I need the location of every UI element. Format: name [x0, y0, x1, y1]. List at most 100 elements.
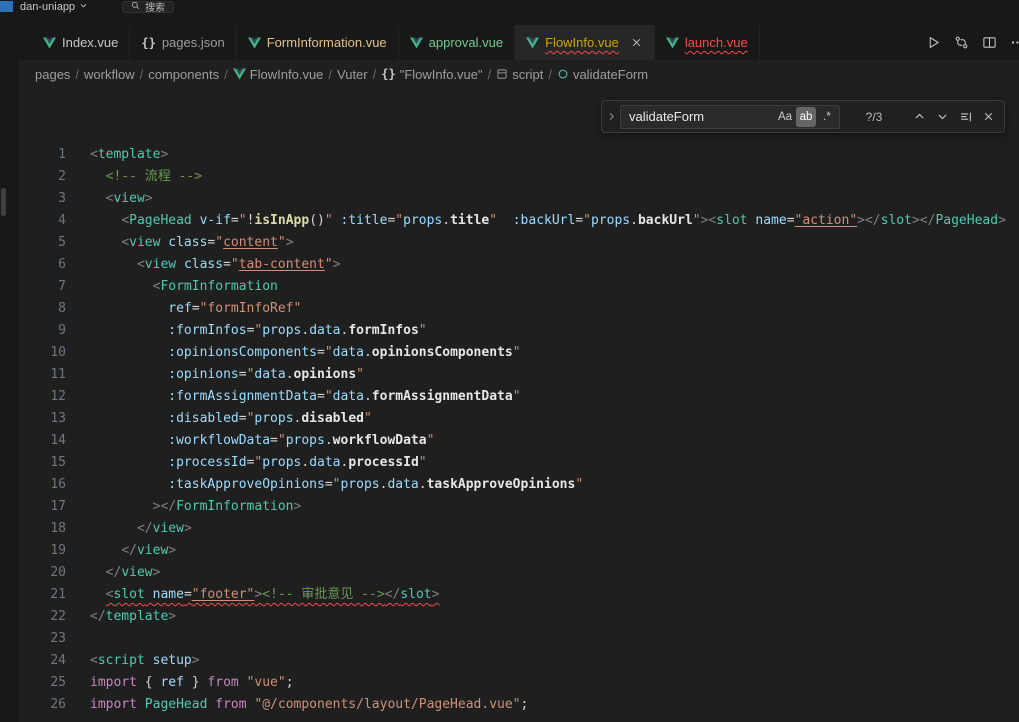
line-number[interactable]: 7	[18, 276, 66, 298]
line-number[interactable]: 26	[18, 694, 66, 716]
tab-pages-json[interactable]: {}pages.json	[130, 25, 236, 60]
tab-index-vue[interactable]: Index.vue	[32, 25, 130, 60]
activity-bar-strip	[0, 13, 18, 722]
line-number[interactable]: 16	[18, 474, 66, 496]
code-line[interactable]: 12 :formAssignmentData="data.formAssignm…	[18, 386, 1019, 408]
breadcrumb-item-flowinfo-vue[interactable]: FlowInfo.vue	[233, 67, 324, 82]
code-line[interactable]: 22</template>	[18, 606, 1019, 628]
vue-logo-icon	[248, 37, 261, 49]
code-line[interactable]: 11 :opinions="data.opinions"	[18, 364, 1019, 386]
line-number[interactable]: 21	[18, 584, 66, 606]
find-input[interactable]: validateForm Aaab.*	[620, 105, 840, 129]
breadcrumb-item-script[interactable]: script	[496, 67, 543, 82]
code-line[interactable]: 8 ref="formInfoRef"	[18, 298, 1019, 320]
code-line[interactable]: 10 :opinionsComponents="data.opinionsCom…	[18, 342, 1019, 364]
breadcrumb-separator: /	[488, 67, 492, 82]
breadcrumb-separator: /	[328, 67, 332, 82]
app-menu-dan-uniapp[interactable]: dan-uniapp	[20, 1, 88, 13]
split-editor-icon[interactable]	[982, 35, 997, 50]
code-line[interactable]: 5 <view class="content">	[18, 232, 1019, 254]
line-number[interactable]: 3	[18, 188, 66, 210]
breadcrumb-item-validateform[interactable]: validateForm	[557, 67, 648, 82]
command-center-search[interactable]: 搜索	[122, 1, 174, 13]
code-line[interactable]: 14 :workflowData="props.workflowData"	[18, 430, 1019, 452]
line-number[interactable]: 23	[18, 628, 66, 650]
app-logo-icon	[0, 1, 13, 12]
code-area[interactable]: 1<template>2 <!-- 流程 -->3 <view>4 <PageH…	[18, 88, 1019, 716]
code-line[interactable]: 17 ></FormInformation>	[18, 496, 1019, 518]
tab-flowinfo-vue[interactable]: FlowInfo.vue	[515, 25, 655, 60]
line-content: ></FormInformation>	[90, 496, 301, 518]
line-number[interactable]: 25	[18, 672, 66, 694]
tab-approval-vue[interactable]: approval.vue	[399, 25, 515, 60]
line-number[interactable]: 19	[18, 540, 66, 562]
line-number[interactable]: 5	[18, 232, 66, 254]
find-previous-button[interactable]	[908, 105, 931, 128]
breadcrumb-item-pages[interactable]: pages	[35, 67, 70, 82]
code-line[interactable]: 20 </view>	[18, 562, 1019, 584]
code-line[interactable]: 26import PageHead from "@/components/lay…	[18, 694, 1019, 716]
code-line[interactable]: 13 :disabled="props.disabled"	[18, 408, 1019, 430]
line-number[interactable]: 10	[18, 342, 66, 364]
line-number[interactable]: 4	[18, 210, 66, 232]
breadcrumb-separator: /	[373, 67, 377, 82]
code-line[interactable]: 18 </view>	[18, 518, 1019, 540]
line-number[interactable]: 6	[18, 254, 66, 276]
code-line[interactable]: 2 <!-- 流程 -->	[18, 166, 1019, 188]
line-number[interactable]: 18	[18, 518, 66, 540]
line-number[interactable]: 15	[18, 452, 66, 474]
line-number[interactable]: 9	[18, 320, 66, 342]
line-number[interactable]: 13	[18, 408, 66, 430]
tab-forminformation-vue[interactable]: FormInformation.vue	[237, 25, 399, 60]
tab-launch-vue[interactable]: launch.vue	[655, 25, 760, 60]
code-line[interactable]: 3 <view>	[18, 188, 1019, 210]
tab-close-icon[interactable]	[630, 36, 643, 49]
code-line[interactable]: 21 <slot name="footer"><!-- 审批意见 --></sl…	[18, 584, 1019, 606]
tab-bar-row: Index.vue{}pages.jsonFormInformation.vue…	[18, 13, 1019, 60]
find-next-button[interactable]	[931, 105, 954, 128]
code-line[interactable]: 1<template>	[18, 144, 1019, 166]
line-number[interactable]: 2	[18, 166, 66, 188]
more-actions-icon[interactable]	[1010, 35, 1019, 50]
line-number[interactable]: 14	[18, 430, 66, 452]
line-number[interactable]: 22	[18, 606, 66, 628]
code-line[interactable]: 23	[18, 628, 1019, 650]
code-line[interactable]: 7 <FormInformation	[18, 276, 1019, 298]
code-line[interactable]: 24<script setup>	[18, 650, 1019, 672]
find-options: Aaab.*	[774, 107, 837, 127]
code-line[interactable]: 4 <PageHead v-if="!isInApp()" :title="pr…	[18, 210, 1019, 232]
match-case-toggle[interactable]: Aa	[775, 107, 795, 127]
breadcrumb-item-workflow[interactable]: workflow	[84, 67, 135, 82]
line-number[interactable]: 20	[18, 562, 66, 584]
git-compare-icon[interactable]	[954, 35, 969, 50]
code-line[interactable]: 6 <view class="tab-content">	[18, 254, 1019, 276]
code-line[interactable]: 9 :formInfos="props.data.formInfos"	[18, 320, 1019, 342]
breadcrumb-item-flowinfo-vue[interactable]: {}"FlowInfo.vue"	[381, 67, 482, 82]
line-number[interactable]: 24	[18, 650, 66, 672]
toggle-replace-icon[interactable]	[602, 111, 620, 122]
code-line[interactable]: 15 :processId="props.data.processId"	[18, 452, 1019, 474]
line-content: :workflowData="props.workflowData"	[90, 430, 434, 452]
editor-pane[interactable]: 1<template>2 <!-- 流程 -->3 <view>4 <PageH…	[18, 88, 1019, 722]
line-number[interactable]: 11	[18, 364, 66, 386]
line-number[interactable]: 12	[18, 386, 66, 408]
whole-word-toggle[interactable]: ab	[796, 107, 816, 127]
breadcrumb-item-components[interactable]: components	[148, 67, 219, 82]
code-line[interactable]: 16 :taskApproveOpinions="props.data.task…	[18, 474, 1019, 496]
find-query-text[interactable]: validateForm	[629, 109, 774, 124]
json-braces-icon: {}	[141, 36, 155, 50]
run-icon[interactable]	[926, 35, 941, 50]
find-in-selection-button[interactable]	[954, 105, 977, 128]
code-line[interactable]: 19 </view>	[18, 540, 1019, 562]
line-number[interactable]: 17	[18, 496, 66, 518]
line-content: <view class="tab-content">	[90, 254, 340, 276]
vue-logo-icon	[43, 37, 56, 49]
find-close-button[interactable]	[977, 105, 1000, 128]
line-number[interactable]: 1	[18, 144, 66, 166]
code-line[interactable]: 25 import { ref } from "vue";	[18, 672, 1019, 694]
line-content: import { ref } from "vue";	[90, 672, 294, 694]
breadcrumb-item-vuter[interactable]: Vuter	[337, 67, 368, 82]
tab-label: approval.vue	[429, 35, 503, 50]
line-number[interactable]: 8	[18, 298, 66, 320]
regex-toggle[interactable]: .*	[817, 107, 837, 127]
